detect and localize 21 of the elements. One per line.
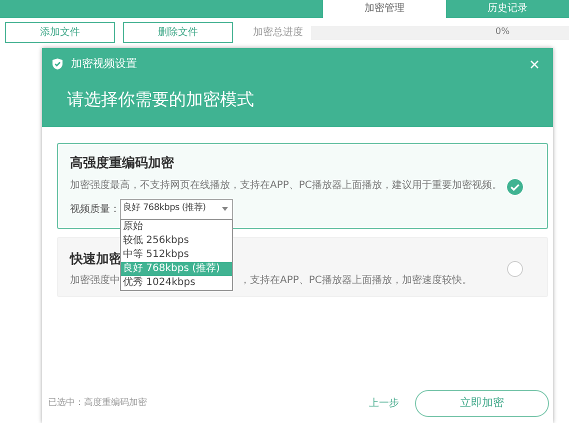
mode-title: 高强度重编码加密 <box>70 154 174 173</box>
check-icon[interactable] <box>507 178 523 195</box>
mode-description: ，支持在APP、PC播放器上面播放，加密速度较快。 <box>240 274 472 288</box>
progress-reading: 0% <box>495 26 510 39</box>
dropdown-option[interactable]: 较低 256kbps <box>121 234 232 248</box>
app-tab[interactable]: 加密管理 <box>323 0 446 18</box>
mode-description: 加密强度中 <box>70 274 120 288</box>
radio-icon[interactable] <box>507 260 523 277</box>
close-icon[interactable] <box>530 60 539 69</box>
shield-icon <box>52 58 63 70</box>
dropdown-option[interactable]: 原始 <box>121 220 232 234</box>
quality-label: 视频质量： <box>70 202 120 216</box>
quality-dropdown[interactable]: 良好 768kbps (推荐) <box>120 198 233 220</box>
selection-text: 已选中：高度重编码加密 <box>48 396 147 410</box>
dropdown-option[interactable]: 优秀 1024kbps <box>121 276 232 290</box>
mode-description: 加密强度最高，不支持网页在线播放，支持在APP、PC播放器上面播放，建议用于重要加密视频。 <box>70 178 502 192</box>
dropdown-option[interactable]: 中等 512kbps <box>121 248 232 262</box>
dialog-title: 加密视频设置 <box>71 56 137 72</box>
caret-icon <box>222 207 228 211</box>
dialog-heading: 请选择你需要的加密模式 <box>66 88 255 112</box>
progress-label: 加密总进度 <box>253 26 303 40</box>
